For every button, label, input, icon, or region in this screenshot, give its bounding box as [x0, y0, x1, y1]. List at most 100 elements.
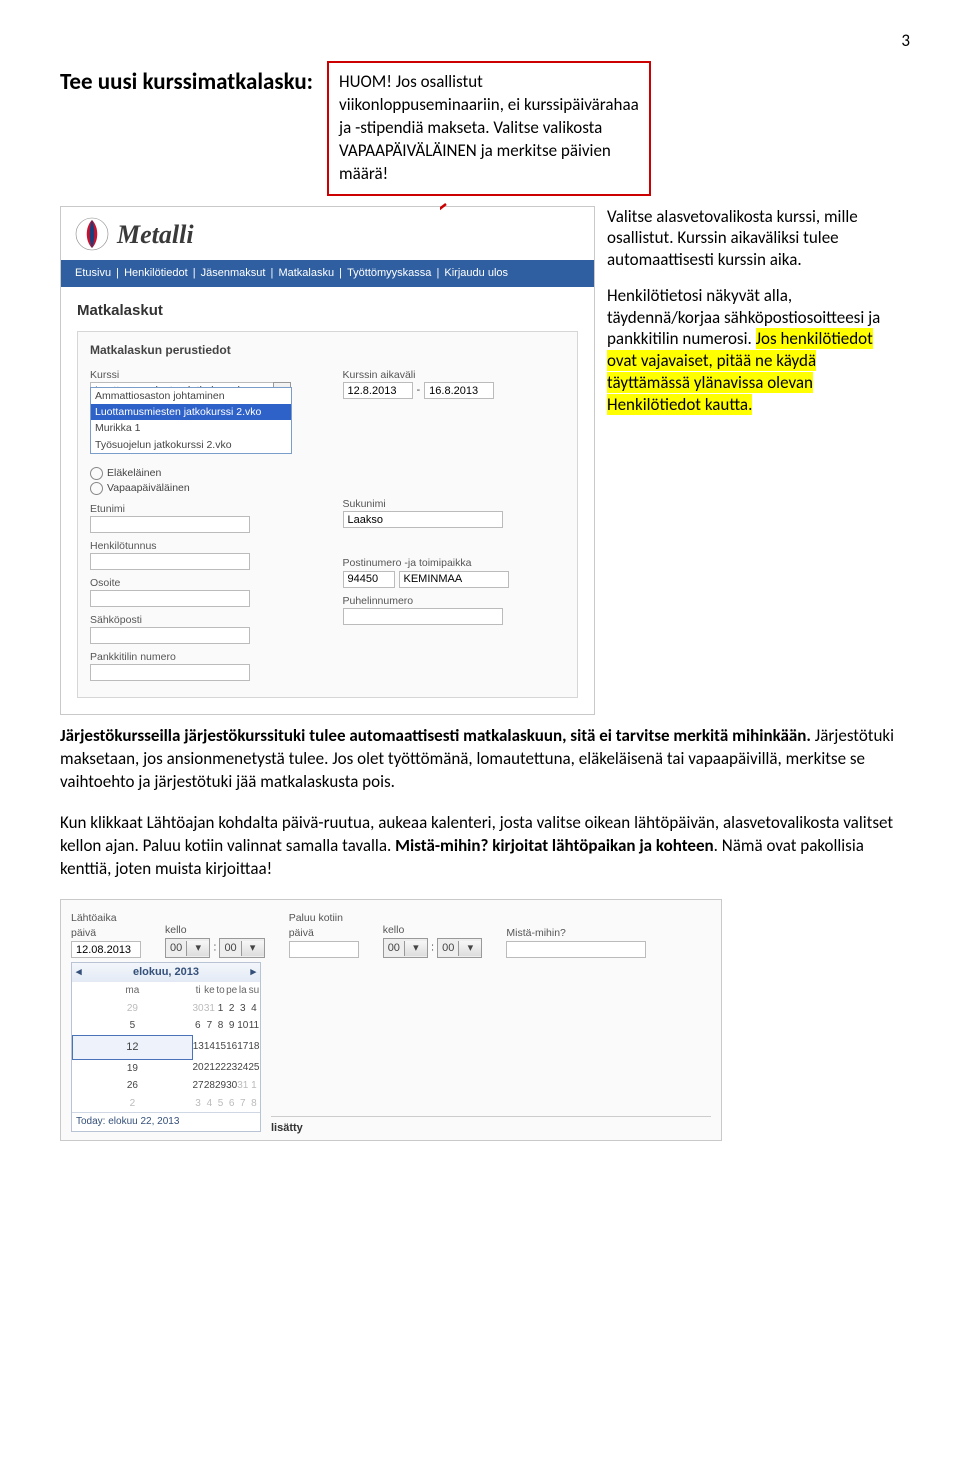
- calendar-day[interactable]: 18: [248, 1035, 259, 1059]
- nav-etusivu[interactable]: Etusivu: [75, 267, 111, 279]
- calendar-prev-icon[interactable]: ◂: [76, 965, 82, 980]
- paluu-time-mm-select[interactable]: 00▾: [437, 938, 482, 958]
- calendar-day[interactable]: 5: [215, 1095, 226, 1113]
- course-option[interactable]: Ammattiosaston johtaminen: [91, 388, 291, 404]
- app-screenshot-2: Lähtöaika päivä kello 00▾ : 00▾ Paluu ko…: [60, 899, 722, 1141]
- lahto-time-mm-select[interactable]: 00▾: [219, 938, 264, 958]
- calendar-day[interactable]: 3: [192, 1095, 204, 1113]
- calendar-day[interactable]: 29: [73, 1000, 193, 1018]
- p3-bold: Järjestökursseilla järjestökurssituki tu…: [60, 725, 811, 746]
- nav-matkalasku[interactable]: Matkalasku: [278, 267, 334, 279]
- label-kello: kello: [383, 923, 483, 937]
- calendar-grid[interactable]: matiketopelasu 2930311234567891011121314…: [72, 982, 260, 1112]
- calendar-day[interactable]: 7: [237, 1095, 248, 1113]
- calendar-day[interactable]: 27: [192, 1077, 204, 1095]
- calendar-day[interactable]: 25: [248, 1059, 259, 1077]
- calendar-day[interactable]: 13: [192, 1035, 204, 1059]
- sahkoposti-input[interactable]: [90, 627, 250, 644]
- page-number: 3: [60, 30, 910, 53]
- label-sukunimi: Sukunimi: [343, 497, 566, 511]
- postinumero-input[interactable]: [343, 571, 395, 588]
- label-email: Sähköposti: [90, 613, 313, 627]
- nav-kirjaudu-ulos[interactable]: Kirjaudu ulos: [444, 267, 508, 279]
- warning-note-box: HUOM! Jos osallistut viikonloppuseminaar…: [327, 61, 651, 196]
- calendar-day[interactable]: 28: [204, 1077, 215, 1095]
- calendar-day[interactable]: 1: [248, 1077, 259, 1095]
- nav-jasenmaksut[interactable]: Jäsenmaksut: [201, 267, 266, 279]
- label-mista-mihin: Mistä-mihin?: [506, 926, 711, 940]
- course-option[interactable]: Murikka 1: [91, 420, 291, 436]
- calendar-month-label: elokuu, 2013: [133, 965, 199, 980]
- calendar-day[interactable]: 30: [192, 1000, 204, 1018]
- nav-henkilotiedot[interactable]: Henkilötiedot: [124, 267, 188, 279]
- calendar-dow: la: [237, 982, 248, 1000]
- calendar-today-label[interactable]: Today: elokuu 22, 2013: [72, 1112, 260, 1131]
- kurssi-dropdown-list[interactable]: Ammattiosaston johtaminen Luottamusmiest…: [90, 387, 292, 454]
- calendar-day[interactable]: 17: [237, 1035, 248, 1059]
- paluu-time-hh-select[interactable]: 00▾: [383, 938, 428, 958]
- calendar-day[interactable]: 8: [248, 1095, 259, 1113]
- calendar-day[interactable]: 15: [215, 1035, 226, 1059]
- nav-tyottomyyskassa[interactable]: Työttömyyskassa: [347, 267, 431, 279]
- mista-mihin-input[interactable]: [506, 941, 646, 958]
- sukunimi-input[interactable]: [343, 511, 503, 528]
- radio-elakelainen[interactable]: Eläkeläinen: [90, 466, 313, 480]
- calendar-day[interactable]: 16: [226, 1035, 237, 1059]
- calendar-day[interactable]: 1: [215, 1000, 226, 1018]
- radio-label: Eläkeläinen: [107, 466, 161, 480]
- toimipaikka-input[interactable]: [399, 571, 509, 588]
- calendar-day[interactable]: 29: [215, 1077, 226, 1095]
- calendar-day[interactable]: 4: [204, 1095, 215, 1113]
- calendar-day[interactable]: 31: [237, 1077, 248, 1095]
- paragraph-3: Järjestökursseilla järjestökurssituki tu…: [60, 725, 910, 794]
- calendar-day[interactable]: 7: [204, 1017, 215, 1035]
- calendar-day[interactable]: 4: [248, 1000, 259, 1018]
- calendar-day[interactable]: 22: [215, 1059, 226, 1077]
- label-lahtoaika: Lähtöaika: [71, 911, 141, 925]
- calendar-day[interactable]: 10: [237, 1017, 248, 1035]
- calendar-day[interactable]: 6: [192, 1017, 204, 1035]
- course-option-selected[interactable]: Luottamusmiesten jatkokurssi 2.vko: [91, 404, 291, 420]
- calendar-day[interactable]: 19: [73, 1059, 193, 1077]
- calendar-day[interactable]: 21: [204, 1059, 215, 1077]
- calendar-popup[interactable]: ◂ elokuu, 2013 ▸ matiketopelasu 29303112…: [71, 962, 261, 1131]
- calendar-day[interactable]: 6: [226, 1095, 237, 1113]
- calendar-day[interactable]: 9: [226, 1017, 237, 1035]
- calendar-day[interactable]: 24: [237, 1059, 248, 1077]
- henkilotunnus-input[interactable]: [90, 553, 250, 570]
- label-aikavali: Kurssin aikaväli: [343, 368, 566, 382]
- pankkitili-input[interactable]: [90, 664, 250, 681]
- side-paragraph-2: Henkilötietosi näkyvät alla, täydennä/ko…: [607, 285, 887, 416]
- osoite-input[interactable]: [90, 590, 250, 607]
- top-nav[interactable]: Etusivu | Henkilötiedot | Jäsenmaksut | …: [61, 260, 594, 287]
- calendar-dow: pe: [226, 982, 237, 1000]
- aikavali-to-input[interactable]: [424, 382, 494, 399]
- calendar-next-icon[interactable]: ▸: [250, 965, 256, 980]
- logo-text: Metalli: [117, 217, 194, 252]
- label-paiva: päivä: [71, 926, 141, 940]
- paluu-paiva-input[interactable]: [289, 941, 359, 958]
- calendar-day[interactable]: 11: [248, 1017, 259, 1035]
- aikavali-from-input[interactable]: [343, 382, 413, 399]
- calendar-day[interactable]: 30: [226, 1077, 237, 1095]
- lahto-time-hh-select[interactable]: 00▾: [165, 938, 210, 958]
- page-heading: Tee uusi kurssimatkalasku:: [60, 61, 313, 98]
- form-card: Matkalaskun perustiedot Kurssi Luottamus…: [77, 331, 578, 699]
- calendar-day[interactable]: 23: [226, 1059, 237, 1077]
- lahto-paiva-input[interactable]: [71, 941, 141, 958]
- calendar-day[interactable]: 3: [237, 1000, 248, 1018]
- calendar-day[interactable]: 20: [192, 1059, 204, 1077]
- calendar-day[interactable]: 26: [73, 1077, 193, 1095]
- calendar-day[interactable]: 31: [204, 1000, 215, 1018]
- etunimi-input[interactable]: [90, 516, 250, 533]
- puhelin-input[interactable]: [343, 608, 503, 625]
- calendar-day[interactable]: 2: [73, 1095, 193, 1113]
- course-option[interactable]: Työsuojelun jatkokurssi 2.vko: [91, 437, 291, 453]
- radio-vapaapaivalainen[interactable]: Vapaapäiväläinen: [90, 481, 313, 495]
- calendar-dow: su: [248, 982, 259, 1000]
- calendar-day[interactable]: 2: [226, 1000, 237, 1018]
- calendar-day[interactable]: 8: [215, 1017, 226, 1035]
- calendar-day[interactable]: 5: [73, 1017, 193, 1035]
- calendar-day[interactable]: 12: [73, 1035, 193, 1059]
- calendar-day[interactable]: 14: [204, 1035, 215, 1059]
